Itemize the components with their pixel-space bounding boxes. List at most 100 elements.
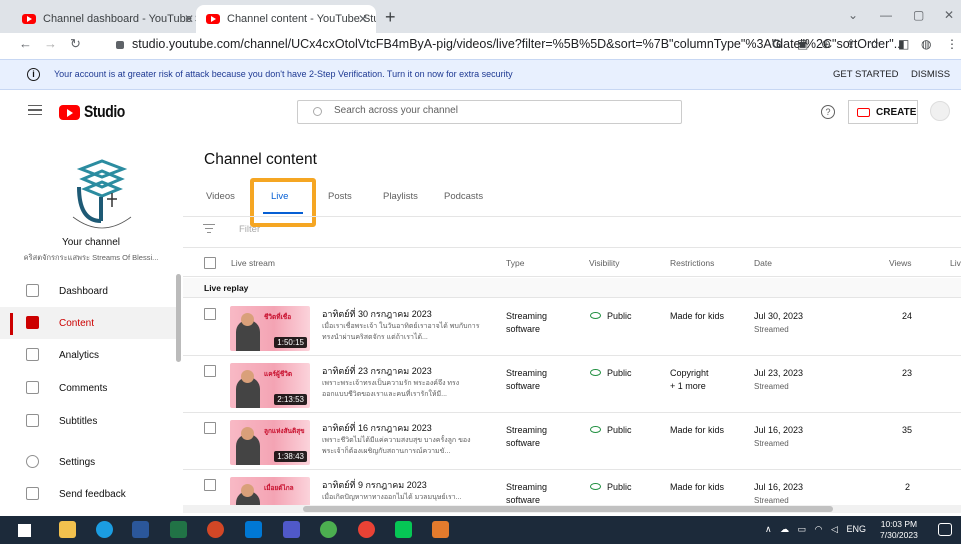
close-tab-icon[interactable]: ✕ bbox=[184, 12, 194, 26]
tab-playlists[interactable]: Playlists bbox=[383, 191, 418, 202]
sidebar-item-label: Dashboard bbox=[59, 286, 108, 297]
studio-logo[interactable]: Studio bbox=[59, 102, 134, 122]
wifi-icon[interactable]: ◠ bbox=[815, 524, 823, 534]
edge-browser-icon[interactable] bbox=[96, 521, 113, 538]
tray-chevron-icon[interactable]: ∧ bbox=[765, 524, 772, 534]
visibility-cell[interactable]: Public bbox=[590, 424, 632, 437]
bookmark-star-icon[interactable]: ☆ bbox=[869, 37, 880, 51]
sidebar-item-analytics[interactable]: Analytics bbox=[0, 339, 176, 371]
app-icon[interactable] bbox=[432, 521, 449, 538]
reload-icon[interactable]: ↻ bbox=[70, 36, 81, 52]
clock[interactable]: 10:03 PM 7/30/2023 bbox=[880, 519, 918, 541]
sidebar-item-subtitles[interactable]: Subtitles bbox=[0, 405, 176, 437]
duration-badge: 1:50:15 bbox=[274, 337, 307, 348]
volume-icon[interactable]: ◁ bbox=[831, 524, 838, 534]
dismiss-button[interactable]: DISMISS bbox=[911, 69, 950, 80]
visibility-cell[interactable]: Public bbox=[590, 310, 632, 323]
share-icon[interactable]: ⇪ bbox=[846, 37, 856, 51]
language-indicator[interactable]: ENG bbox=[846, 524, 866, 534]
teams-icon[interactable] bbox=[283, 521, 300, 538]
menu-dots-icon[interactable]: ⋮ bbox=[946, 37, 958, 51]
tab-posts[interactable]: Posts bbox=[328, 191, 352, 202]
horizontal-scrollbar[interactable] bbox=[183, 505, 961, 513]
restore-icon[interactable]: ▢ bbox=[913, 8, 924, 22]
date-cell: Jul 16, 2023 Streamed bbox=[754, 424, 803, 450]
sidebar-item-content[interactable]: Content bbox=[0, 307, 176, 339]
zoom-icon[interactable]: ⊕ bbox=[821, 37, 831, 51]
hamburger-menu-icon[interactable] bbox=[28, 105, 42, 115]
battery-icon[interactable]: ▭ bbox=[798, 524, 807, 534]
forward-arrow-icon[interactable]: → bbox=[44, 36, 57, 51]
select-all-checkbox[interactable] bbox=[204, 257, 216, 269]
powerpoint-icon[interactable] bbox=[207, 521, 224, 538]
column-header-date[interactable]: Date bbox=[754, 258, 772, 268]
row-checkbox[interactable] bbox=[204, 308, 216, 320]
column-header-live[interactable]: Liv bbox=[950, 258, 961, 268]
video-thumbnail[interactable]: แคร์ผู้ชีวิต 2:13:53 bbox=[230, 363, 310, 408]
restriction-more[interactable]: + 1 more bbox=[670, 381, 706, 391]
row-checkbox[interactable] bbox=[204, 365, 216, 377]
video-title[interactable]: อาทิตย์ที่ 16 กรกฎาคม 2023 bbox=[322, 421, 432, 435]
row-checkbox[interactable] bbox=[204, 479, 216, 491]
chrome-icon[interactable] bbox=[320, 521, 337, 538]
table-row[interactable]: แคร์ผู้ชีวิต 2:13:53 อาทิตย์ที่ 23 กรกฎา… bbox=[183, 356, 961, 413]
sidepanel-icon[interactable]: ◧ bbox=[898, 37, 909, 51]
word-icon[interactable] bbox=[132, 521, 149, 538]
close-window-icon[interactable]: ✕ bbox=[944, 8, 954, 22]
video-thumbnail[interactable]: เมื่อยต์ไกล bbox=[230, 477, 310, 506]
sidebar-item-comments[interactable]: Comments bbox=[0, 372, 176, 404]
scrollbar-thumb[interactable] bbox=[303, 506, 833, 512]
table-row[interactable]: ลูกแห่งสันติสุข 1:38:43 อาทิตย์ที่ 16 กร… bbox=[183, 413, 961, 470]
help-icon[interactable]: ? bbox=[821, 105, 835, 119]
get-started-button[interactable]: GET STARTED bbox=[833, 69, 898, 80]
video-description: เพราะพระเจ้าทรงเป็นความรัก พระองค์จึง ทร… bbox=[322, 380, 460, 398]
visibility-cell[interactable]: Public bbox=[590, 367, 632, 380]
visibility-cell[interactable]: Public bbox=[590, 481, 632, 494]
line-app-icon[interactable] bbox=[395, 521, 412, 538]
channel-logo[interactable] bbox=[61, 157, 143, 237]
column-header-type[interactable]: Type bbox=[506, 258, 524, 268]
new-tab-button[interactable]: + bbox=[385, 7, 396, 28]
sidebar-item-dashboard[interactable]: Dashboard bbox=[0, 275, 176, 307]
column-header-visibility[interactable]: Visibility bbox=[589, 258, 620, 268]
sidebar-item-send-feedback[interactable]: Send feedback bbox=[0, 478, 176, 510]
search-input[interactable] bbox=[334, 105, 634, 116]
url-field[interactable]: studio.youtube.com/channel/UCx4cxOtolVtc… bbox=[116, 37, 904, 51]
video-title[interactable]: อาทิตย์ที่ 9 กรกฎาคม 2023 bbox=[322, 478, 427, 492]
outlook-icon[interactable] bbox=[245, 521, 262, 538]
column-header-views[interactable]: Views bbox=[889, 258, 912, 268]
translate-icon[interactable]: ▣ bbox=[797, 37, 808, 51]
chrome-profile-icon[interactable] bbox=[358, 521, 375, 538]
tab-search-chevron-icon[interactable]: ⌄ bbox=[848, 8, 858, 22]
column-header-restrictions[interactable]: Restrictions bbox=[670, 258, 714, 268]
channel-search[interactable] bbox=[297, 100, 682, 124]
close-tab-icon[interactable]: ✕ bbox=[358, 12, 368, 26]
sidebar-scrollbar[interactable] bbox=[176, 274, 181, 362]
browser-tab-content[interactable]: Channel content - YouTube Studi ✕ bbox=[196, 5, 376, 33]
file-explorer-icon[interactable] bbox=[59, 521, 76, 538]
tab-podcasts[interactable]: Podcasts bbox=[444, 191, 483, 202]
create-button[interactable]: CREATE bbox=[848, 100, 918, 124]
create-label: CREATE bbox=[876, 106, 917, 118]
sidebar-item-settings[interactable]: Settings bbox=[0, 446, 176, 478]
video-title[interactable]: อาทิตย์ที่ 23 กรกฎาคม 2023 bbox=[322, 364, 432, 378]
excel-icon[interactable] bbox=[170, 521, 187, 538]
onedrive-icon[interactable]: ☁ bbox=[780, 524, 789, 534]
back-arrow-icon[interactable]: ← bbox=[19, 36, 32, 51]
google-icon[interactable]: G bbox=[772, 37, 781, 51]
account-avatar[interactable] bbox=[930, 101, 950, 121]
filter-input[interactable]: Filter bbox=[239, 224, 260, 235]
row-checkbox[interactable] bbox=[204, 422, 216, 434]
tab-videos[interactable]: Videos bbox=[206, 191, 235, 202]
table-row[interactable]: เมื่อยต์ไกล อาทิตย์ที่ 9 กรกฎาคม 2023 เม… bbox=[183, 470, 961, 506]
profile-icon[interactable]: ◍ bbox=[921, 37, 931, 51]
windows-start-icon[interactable] bbox=[18, 524, 31, 537]
table-row[interactable]: ชีวิตที่เชื่อ 1:50:15 อาทิตย์ที่ 30 กรกฎ… bbox=[183, 299, 961, 356]
browser-tab-dashboard[interactable]: Channel dashboard - YouTube St ✕ bbox=[12, 5, 202, 33]
notification-icon[interactable] bbox=[938, 523, 952, 536]
video-thumbnail[interactable]: ชีวิตที่เชื่อ 1:50:15 bbox=[230, 306, 310, 351]
video-thumbnail[interactable]: ลูกแห่งสันติสุข 1:38:43 bbox=[230, 420, 310, 465]
filter-icon[interactable] bbox=[203, 224, 215, 234]
minimize-icon[interactable]: — bbox=[880, 8, 892, 22]
video-title[interactable]: อาทิตย์ที่ 30 กรกฎาคม 2023 bbox=[322, 307, 432, 321]
